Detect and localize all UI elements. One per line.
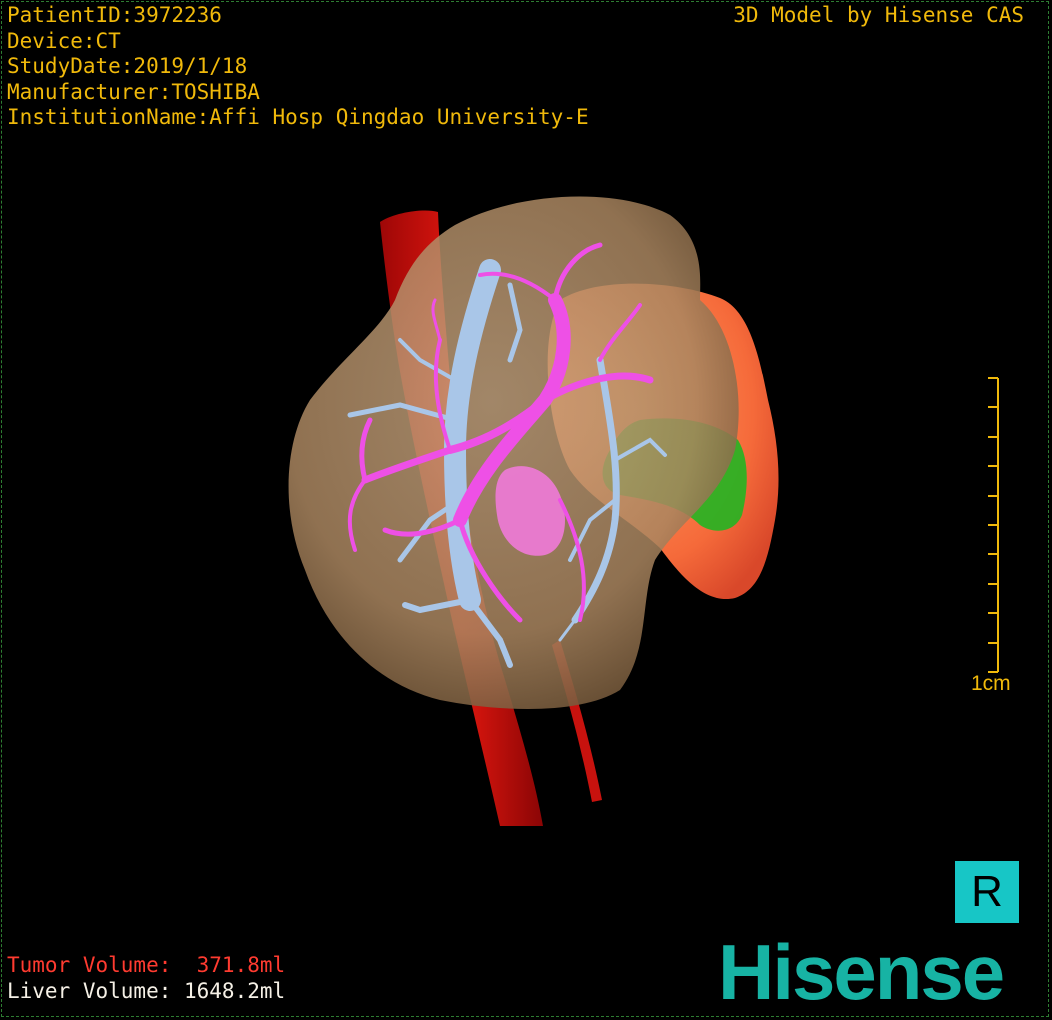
study-date: StudyDate:2019/1/18	[7, 54, 248, 78]
device: Device:CT	[7, 28, 121, 53]
model-credit: 3D Model by Hisense CAS	[733, 3, 1024, 27]
3d-liver-model[interactable]	[0, 0, 1052, 1020]
tumor-volume: Tumor Volume: 371.8ml	[7, 953, 286, 977]
institution-name: InstitutionName:Affi Hosp Qingdao Univer…	[7, 105, 589, 129]
hisense-logo: Hisense	[718, 928, 1005, 1016]
liver-volume: Liver Volume: 1648.2ml	[7, 979, 286, 1003]
scale-bar	[988, 377, 999, 673]
orientation-marker[interactable]: R	[955, 861, 1019, 923]
patient-id: PatientID:3972236	[7, 3, 222, 27]
orientation-label: R	[971, 867, 1003, 916]
manufacturer: Manufacturer:TOSHIBA	[7, 79, 260, 104]
scale-bar-label: 1cm	[971, 672, 1011, 695]
liver	[288, 196, 739, 710]
volume-summary: Tumor Volume: 371.8ml Liver Volume: 1648…	[7, 952, 285, 1004]
patient-info: PatientID:3972236 Device:CT StudyDate:20…	[7, 3, 589, 131]
